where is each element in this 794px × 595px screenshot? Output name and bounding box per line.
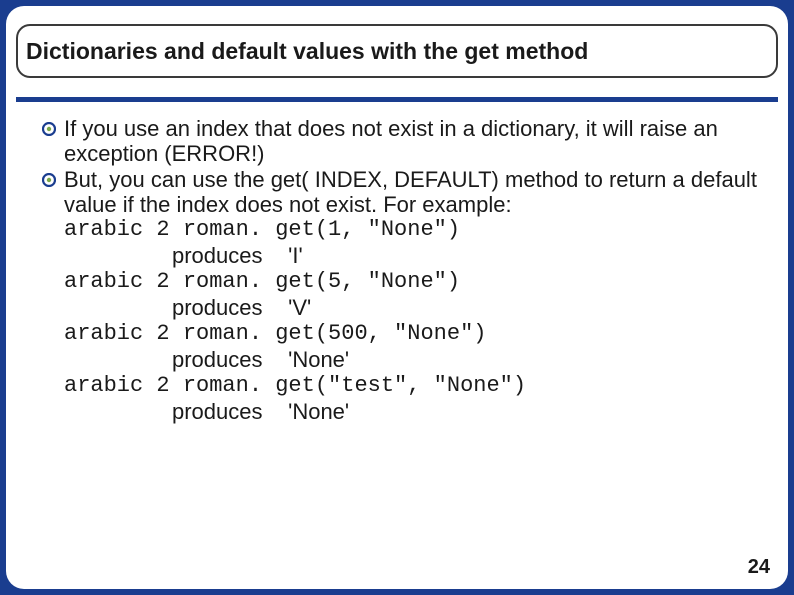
code-result: produces 'I': [42, 243, 758, 269]
slide-title: Dictionaries and default values with the…: [26, 38, 588, 65]
code-result: produces 'None': [42, 347, 758, 373]
result-value: 'V': [288, 295, 311, 320]
code-example: arabic 2 roman. get(5, "None"): [42, 269, 758, 295]
result-label: produces: [172, 347, 282, 373]
result-value: 'None': [288, 347, 349, 372]
bullet-icon: [42, 173, 56, 187]
code-result: produces 'V': [42, 295, 758, 321]
bullet-text: If you use an index that does not exist …: [64, 116, 758, 167]
code-result: produces 'None': [42, 399, 758, 425]
result-value: 'None': [288, 399, 349, 424]
bullet-item: But, you can use the get( INDEX, DEFAULT…: [42, 167, 758, 218]
result-label: produces: [172, 399, 282, 425]
code-example: arabic 2 roman. get("test", "None"): [42, 373, 758, 399]
bullet-icon: [42, 122, 56, 136]
code-example: arabic 2 roman. get(1, "None"): [42, 217, 758, 243]
result-value: 'I': [288, 243, 303, 268]
divider-bar: [16, 97, 778, 102]
bullet-item: If you use an index that does not exist …: [42, 116, 758, 167]
code-example: arabic 2 roman. get(500, "None"): [42, 321, 758, 347]
slide-content: If you use an index that does not exist …: [42, 116, 758, 425]
slide-card: Dictionaries and default values with the…: [6, 6, 788, 589]
page-number: 24: [748, 556, 770, 579]
result-label: produces: [172, 243, 282, 269]
bullet-text: But, you can use the get( INDEX, DEFAULT…: [64, 167, 758, 218]
title-box: Dictionaries and default values with the…: [16, 24, 778, 78]
result-label: produces: [172, 295, 282, 321]
